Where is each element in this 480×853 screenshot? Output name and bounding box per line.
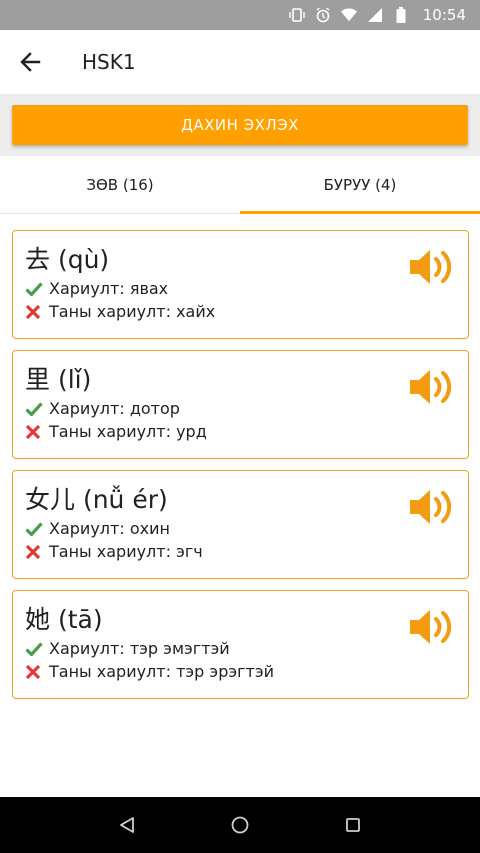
wifi-icon — [340, 7, 357, 23]
your-answer-line: Таны хариулт: урд — [25, 421, 468, 443]
your-answer-text: Таны хариулт: хайх — [49, 302, 216, 321]
your-answer-line: Таны хариулт: хайх — [25, 301, 468, 323]
tab-correct[interactable]: ЗӨВ (16) — [0, 156, 240, 213]
answer-line: Хариулт: явах — [25, 278, 468, 300]
cross-icon — [25, 303, 45, 321]
list-item: 女儿 (nǚ ér) Хариулт: охин Таны хариулт: э… — [12, 470, 469, 579]
answer-text: Хариулт: тэр эмэгтэй — [49, 639, 230, 658]
app-bar: HSK1 — [0, 30, 480, 94]
alarm-icon — [315, 7, 331, 23]
your-answer-text: Таны хариулт: тэр эрэгтэй — [49, 662, 275, 681]
speaker-icon[interactable] — [408, 485, 456, 529]
speaker-icon[interactable] — [408, 245, 456, 289]
tab-wrong[interactable]: БУРУУ (4) — [240, 156, 480, 214]
word-text: 女儿 (nǚ ér) — [25, 485, 168, 514]
check-icon — [25, 520, 45, 538]
battery-icon — [393, 7, 409, 23]
status-time: 10:54 — [422, 6, 466, 24]
list-item: 去 (qù) Хариулт: явах Таны хариулт: хайх — [12, 230, 469, 339]
back-arrow-icon[interactable] — [0, 30, 62, 94]
list-item: 里 (lǐ) Хариулт: дотор Таны хариулт: урд — [12, 350, 469, 459]
status-bar: 10:54 — [0, 0, 480, 30]
speaker-icon[interactable] — [408, 365, 456, 409]
wrong-answers-list: 去 (qù) Хариулт: явах Таны хариулт: хайх … — [12, 230, 469, 710]
answer-line: Хариулт: дотор — [25, 398, 468, 420]
nav-recents-icon[interactable] — [333, 805, 373, 845]
your-answer-text: Таны хариулт: урд — [49, 422, 207, 441]
answer-line: Хариулт: тэр эмэгтэй — [25, 638, 468, 660]
word-text: 里 (lǐ) — [25, 365, 92, 394]
button-area: ДАХИН ЭХЛЭХ — [0, 94, 480, 156]
cross-icon — [25, 543, 45, 561]
result-tabs: ЗӨВ (16) БУРУУ (4) — [0, 156, 480, 214]
nav-home-icon[interactable] — [220, 805, 260, 845]
answer-text: Хариулт: явах — [49, 279, 169, 298]
check-icon — [25, 280, 45, 298]
answer-line: Хариулт: охин — [25, 518, 468, 540]
check-icon — [25, 400, 45, 418]
cross-icon — [25, 423, 45, 441]
system-nav-bar — [0, 797, 480, 853]
word-text: 去 (qù) — [25, 245, 110, 274]
speaker-icon[interactable] — [408, 605, 456, 649]
your-answer-line: Таны хариулт: эгч — [25, 541, 468, 563]
your-answer-line: Таны хариулт: тэр эрэгтэй — [25, 661, 468, 683]
your-answer-text: Таны хариулт: эгч — [49, 542, 203, 561]
page-title: HSK1 — [82, 50, 136, 74]
check-icon — [25, 640, 45, 658]
nav-back-icon[interactable] — [107, 805, 147, 845]
word-text: 她 (tā) — [25, 605, 103, 634]
answer-text: Хариулт: охин — [49, 519, 170, 538]
cross-icon — [25, 663, 45, 681]
signal-icon — [367, 7, 383, 23]
answer-text: Хариулт: дотор — [49, 399, 180, 418]
list-item: 她 (tā) Хариулт: тэр эмэгтэй Таны хариулт… — [12, 590, 469, 699]
restart-button[interactable]: ДАХИН ЭХЛЭХ — [12, 105, 468, 145]
vibrate-icon — [289, 7, 305, 23]
